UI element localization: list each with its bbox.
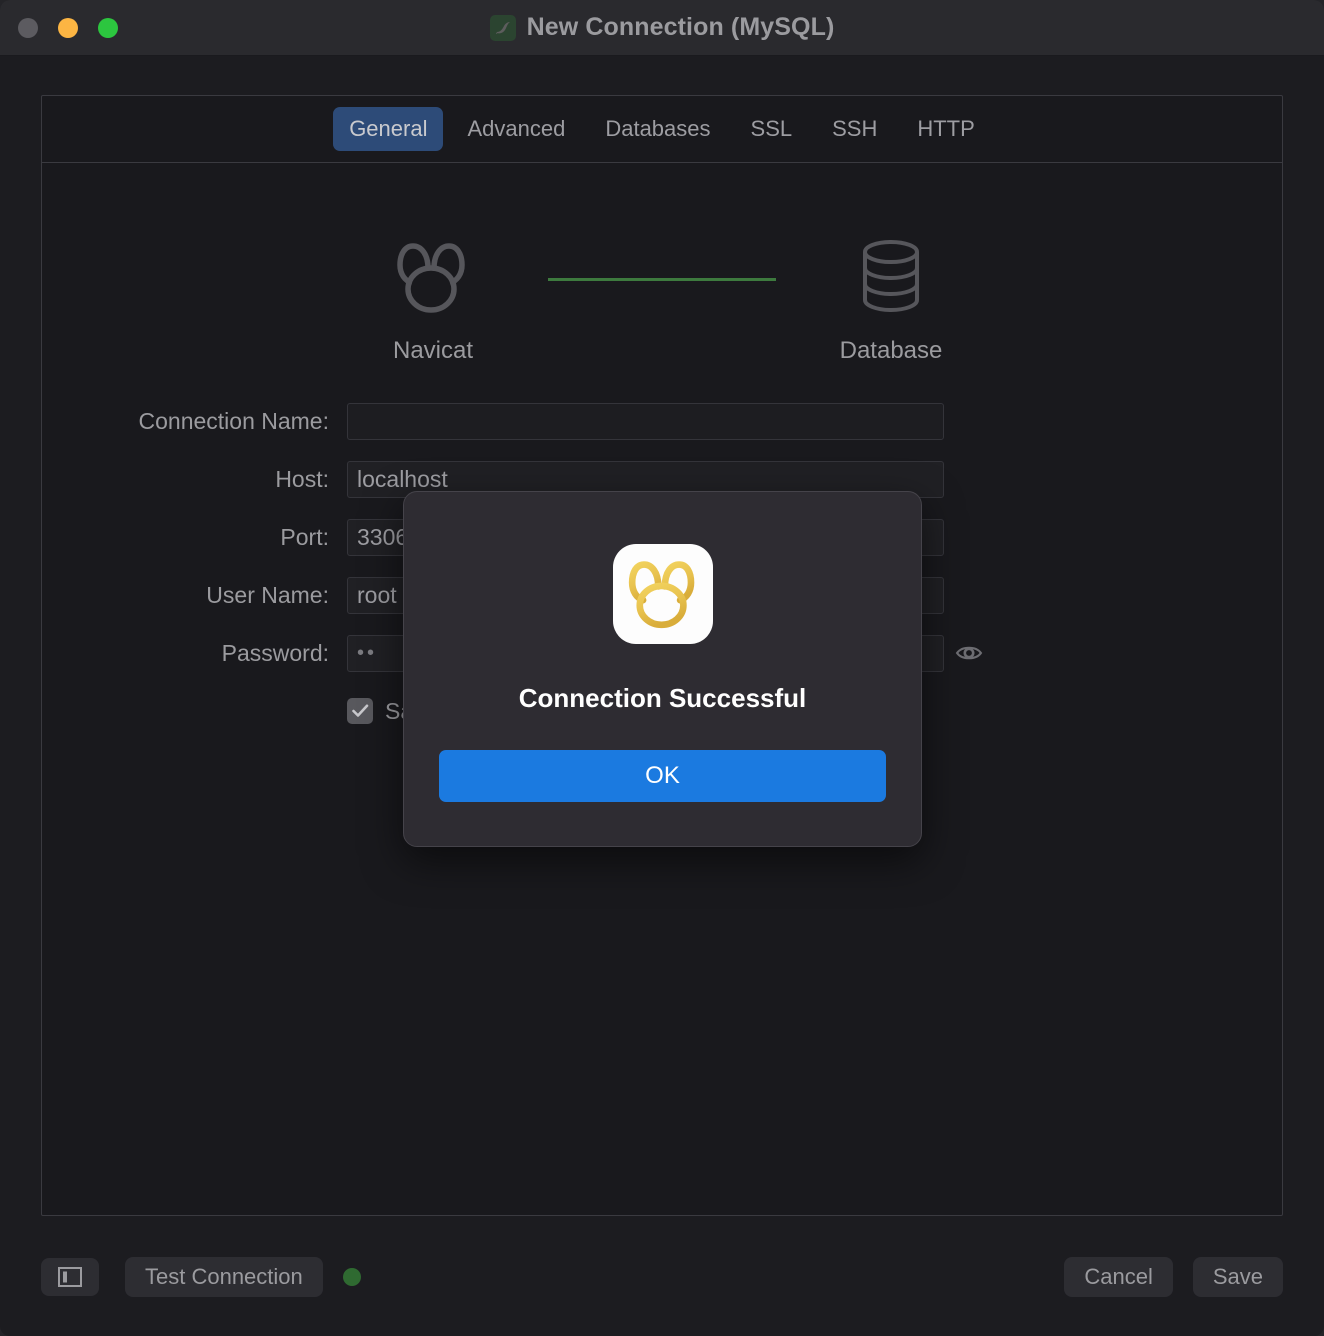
modal-layer: Connection Successful OK [0, 0, 1324, 1336]
navicat-app-icon [612, 544, 713, 644]
modal-ok-button[interactable]: OK [439, 750, 886, 802]
connection-successful-dialog: Connection Successful OK [403, 491, 922, 847]
new-connection-window: New Connection (MySQL) General Advanced … [0, 0, 1324, 1336]
modal-title: Connection Successful [518, 683, 807, 713]
